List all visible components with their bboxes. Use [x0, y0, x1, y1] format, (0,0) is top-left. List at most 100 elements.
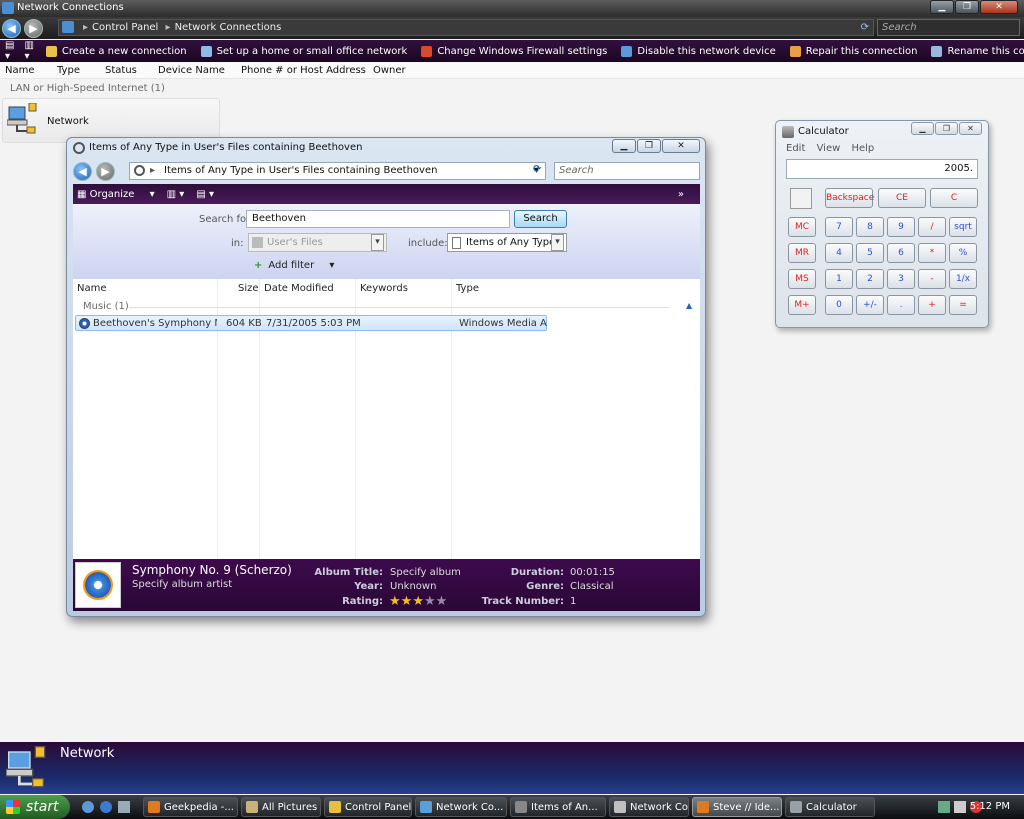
calc-key[interactable]: = — [949, 295, 977, 315]
calc-key[interactable]: 9 — [887, 217, 915, 237]
search-forward-icon[interactable]: ▶ — [96, 162, 115, 181]
tray-volume-icon[interactable] — [954, 801, 966, 813]
taskbar-clock[interactable]: 5:12 PM — [970, 801, 1010, 812]
search-maximize-button[interactable]: ❐ — [637, 139, 661, 153]
search-breadcrumb[interactable]: ▸ Items of Any Type in User's Files cont… — [129, 162, 546, 180]
minimize-button[interactable]: ▁ — [930, 0, 954, 14]
group-header-music[interactable]: Music (1) — [83, 301, 129, 312]
col-device-name[interactable]: Device Name — [158, 65, 225, 76]
quicklaunch-desktop-icon[interactable] — [118, 801, 130, 813]
taskbar-button[interactable]: Network Co... — [415, 797, 507, 817]
calc-key[interactable]: C — [930, 188, 978, 208]
layout-button[interactable]: ▤ ▾ — [196, 189, 214, 200]
start-button[interactable]: start — [0, 795, 70, 819]
main-search-input[interactable]: Search — [877, 19, 1020, 36]
search-refresh-icon[interactable]: ⟳ — [533, 164, 541, 175]
rating-stars[interactable]: ★★★★★ — [389, 594, 447, 609]
forward-arrow-icon[interactable]: ▶ — [24, 19, 43, 38]
result-col-keywords[interactable]: Keywords — [360, 283, 408, 294]
result-col-date[interactable]: Date Modified — [264, 283, 334, 294]
calc-maximize-button[interactable]: ❐ — [935, 122, 958, 135]
breadcrumb-control-panel[interactable]: Control Panel — [92, 22, 158, 33]
calc-key[interactable]: MS — [788, 269, 816, 289]
views-icon[interactable]: ▤ ▾ — [5, 40, 14, 62]
calc-key[interactable]: % — [949, 243, 977, 263]
calc-key[interactable]: 0 — [825, 295, 853, 315]
breadcrumb-network-connections[interactable]: Network Connections — [175, 22, 282, 33]
calc-close-button[interactable]: ✕ — [959, 122, 982, 135]
calc-key[interactable]: 3 — [887, 269, 915, 289]
search-window-search-input[interactable]: Search — [554, 162, 700, 180]
result-col-size[interactable]: Size — [238, 283, 259, 294]
calc-key[interactable]: sqrt — [949, 217, 977, 237]
calc-key[interactable]: 6 — [887, 243, 915, 263]
cmd-setup-network[interactable]: Set up a home or small office network — [200, 45, 407, 57]
calc-minimize-button[interactable]: ▁ — [911, 122, 934, 135]
calc-key[interactable]: M+ — [788, 295, 816, 315]
calc-key[interactable]: MR — [788, 243, 816, 263]
rating-star[interactable]: ★ — [412, 594, 424, 609]
cmd-firewall[interactable]: Change Windows Firewall settings — [421, 45, 607, 57]
result-col-type[interactable]: Type — [456, 283, 479, 294]
add-filter-button[interactable]: + Add filter ▾ — [254, 260, 334, 271]
search-term-input[interactable]: Beethoven — [246, 210, 510, 228]
details-artist[interactable]: Specify album artist — [132, 579, 232, 590]
table-row[interactable]: Beethoven's Symphony No... 604 KB 7/31/2… — [75, 315, 547, 331]
layout-icon[interactable]: ▥ ▾ — [24, 40, 33, 62]
menu-edit[interactable]: Edit — [786, 143, 805, 154]
calc-key[interactable]: Backspace — [825, 188, 874, 208]
col-status[interactable]: Status — [105, 65, 137, 76]
taskbar-button[interactable]: Geekpedia -... — [143, 797, 238, 817]
rating-star[interactable]: ★ — [424, 594, 436, 609]
year-value[interactable]: Unknown — [390, 581, 436, 592]
cmd-repair[interactable]: Repair this connection — [789, 45, 917, 57]
calc-key[interactable]: * — [918, 243, 946, 263]
calc-key[interactable]: 5 — [856, 243, 884, 263]
calc-key[interactable]: - — [918, 269, 946, 289]
calc-key[interactable]: 1 — [825, 269, 853, 289]
track-value[interactable]: 1 — [570, 596, 576, 607]
calc-key[interactable]: 8 — [856, 217, 884, 237]
calc-key[interactable]: MC — [788, 217, 816, 237]
search-minimize-button[interactable]: ▁ — [612, 139, 636, 153]
menu-help[interactable]: Help — [851, 143, 874, 154]
calc-key[interactable]: / — [918, 217, 946, 237]
col-phone-host[interactable]: Phone # or Host Address — [241, 65, 366, 76]
col-name[interactable]: Name — [5, 65, 35, 76]
rating-star[interactable]: ★ — [389, 594, 401, 609]
search-close-button[interactable]: ✕ — [662, 139, 700, 153]
calc-key[interactable]: 7 — [825, 217, 853, 237]
add-filter-dropdown-icon[interactable]: ▾ — [329, 260, 334, 271]
back-arrow-icon[interactable]: ◀ — [2, 19, 21, 38]
main-breadcrumb[interactable]: ▸ Control Panel ▸ Network Connections ⟳ — [58, 19, 874, 36]
calc-key[interactable]: 1/x — [949, 269, 977, 289]
views-button[interactable]: ▥ ▾ — [167, 189, 185, 200]
more-commands-icon[interactable]: » — [678, 189, 684, 200]
quicklaunch-browser-icon[interactable] — [100, 801, 112, 813]
search-back-icon[interactable]: ◀ — [73, 162, 92, 181]
calc-key[interactable]: 2 — [856, 269, 884, 289]
genre-value[interactable]: Classical — [570, 581, 614, 592]
rating-star[interactable]: ★ — [436, 594, 448, 609]
calc-key[interactable]: +/- — [856, 295, 884, 315]
search-button[interactable]: Search — [514, 210, 567, 228]
calc-key[interactable]: . — [887, 295, 915, 315]
quicklaunch-ie-icon[interactable] — [82, 801, 94, 813]
cmd-create-connection[interactable]: Create a new connection — [45, 45, 187, 57]
calc-key[interactable]: + — [918, 295, 946, 315]
taskbar-button[interactable]: Calculator — [785, 797, 875, 817]
group-header-lan[interactable]: LAN or High-Speed Internet (1) — [10, 83, 165, 94]
main-window-titlebar[interactable]: Network Connections ▁ ❐ ✕ — [0, 0, 1024, 17]
col-type[interactable]: Type — [57, 65, 80, 76]
album-title-value[interactable]: Specify album — [390, 567, 461, 578]
close-button[interactable]: ✕ — [980, 0, 1018, 14]
tray-network-icon[interactable] — [938, 801, 950, 813]
taskbar-button[interactable]: Steve // Ide... — [692, 797, 782, 817]
type-filter-select[interactable]: Items of Any Type — [447, 233, 567, 252]
rating-star[interactable]: ★ — [401, 594, 413, 609]
cmd-rename[interactable]: Rename this connection — [931, 45, 1024, 57]
menu-view[interactable]: View — [817, 143, 841, 154]
collapse-group-icon[interactable]: ▲ — [686, 301, 692, 310]
organize-button[interactable]: ▦ Organize ▾ — [77, 189, 155, 200]
taskbar-button[interactable]: Items of An... — [510, 797, 606, 817]
